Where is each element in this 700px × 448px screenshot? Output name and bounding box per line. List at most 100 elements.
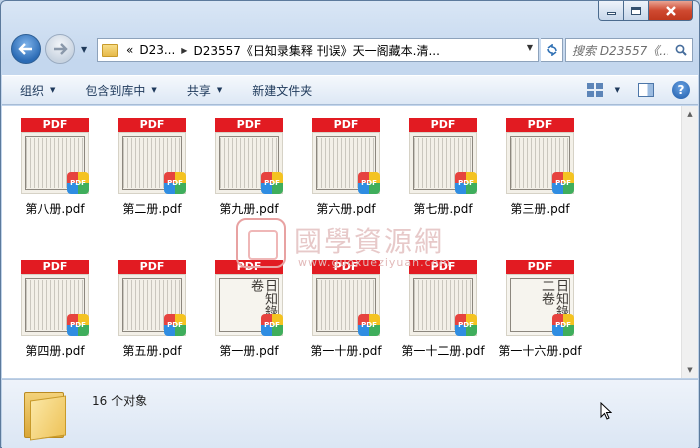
pdf-app-icon-label: PDF — [70, 321, 86, 329]
file-name[interactable]: 第一十册.pdf — [297, 342, 395, 359]
pdf-label: PDF — [215, 260, 283, 274]
new-folder-button[interactable]: 新建文件夹 — [252, 82, 312, 99]
share-label: 共享 — [186, 83, 211, 98]
refresh-button[interactable] — [541, 38, 563, 62]
forward-arrow-icon — [54, 43, 68, 55]
pdf-app-icon-label: PDF — [167, 321, 183, 329]
address-bar[interactable]: « D23... ▶ D23557《日知录集释 刊误》天一阁藏本.清... ▼ — [97, 38, 539, 62]
file-item[interactable]: PDF 日知錄誤二卷 PDF 第一十六册.pdf — [491, 252, 589, 376]
explorer-window: ▼ « D23... ▶ D23557《日知录集释 刊误》天一阁藏本.清... … — [0, 0, 700, 448]
crumb-current[interactable]: D23557《日知录集释 刊误》天一阁藏本.清... — [193, 42, 440, 59]
file-list-area[interactable]: PDF PDF 第八册.pdf PDF PDF 第二册.pdf PDF PDF 第九册.pdf P… — [2, 106, 698, 378]
minimize-button[interactable] — [598, 1, 624, 21]
file-name[interactable]: 第六册.pdf — [297, 200, 395, 217]
file-item[interactable]: PDF 日知錄十卷 PDF 第一册.pdf — [200, 252, 298, 376]
organize-label: 组织 — [20, 83, 45, 98]
chevron-right-icon[interactable]: ▶ — [181, 46, 187, 55]
forward-button[interactable] — [45, 34, 75, 64]
search-input[interactable]: 搜索 D23557《... — [572, 42, 668, 59]
preview-pane-icon[interactable] — [638, 83, 654, 97]
item-count: 16 个对象 — [92, 394, 148, 408]
pdf-app-icon: PDF — [261, 314, 283, 336]
file-item[interactable]: PDF PDF 第九册.pdf — [200, 110, 298, 234]
crumb-parent[interactable]: D23... — [139, 43, 175, 57]
pdf-app-icon-label: PDF — [458, 321, 474, 329]
include-library-label: 包含到库中 — [85, 83, 146, 98]
pdf-app-icon: PDF — [552, 172, 574, 194]
include-library-menu[interactable]: 包含到库中 ▼ — [85, 82, 156, 99]
pdf-app-icon: PDF — [552, 314, 574, 336]
file-name[interactable]: 第九册.pdf — [200, 200, 298, 217]
refresh-icon — [546, 44, 557, 56]
mouse-cursor-icon — [600, 402, 612, 420]
pdf-label: PDF — [312, 118, 380, 132]
folder-icon — [102, 43, 118, 57]
vertical-scrollbar[interactable]: ▲ ▼ — [681, 106, 698, 378]
help-button[interactable]: ? — [672, 81, 690, 99]
magnifier-icon[interactable] — [675, 44, 687, 56]
chevron-down-icon: ▼ — [50, 86, 56, 94]
maximize-icon — [631, 6, 641, 15]
minimize-icon — [606, 12, 616, 15]
pdf-label: PDF — [118, 118, 186, 132]
pdf-app-icon: PDF — [358, 172, 380, 194]
pdf-app-icon: PDF — [164, 172, 186, 194]
breadcrumb: « D23... ▶ D23557《日知录集释 刊误》天一阁藏本.清... — [122, 42, 440, 59]
folder-icon — [24, 388, 68, 441]
file-item[interactable]: PDF PDF 第四册.pdf — [6, 252, 104, 376]
pdf-app-icon-label: PDF — [458, 179, 474, 187]
file-item[interactable]: PDF PDF 第八册.pdf — [6, 110, 104, 234]
pdf-app-icon-label: PDF — [555, 321, 571, 329]
chevron-down-icon: ▼ — [614, 86, 620, 94]
file-name[interactable]: 第四册.pdf — [6, 342, 104, 359]
recent-pages-dropdown[interactable]: ▼ — [81, 45, 87, 54]
caption-buttons — [598, 1, 693, 21]
command-bar-right: ▼ ? — [586, 81, 690, 99]
pdf-app-icon-label: PDF — [264, 321, 280, 329]
search-box[interactable]: 搜索 D23557《... — [565, 38, 693, 62]
file-item[interactable]: PDF PDF 第六册.pdf — [297, 110, 395, 234]
close-button[interactable] — [649, 1, 693, 21]
pdf-label: PDF — [118, 260, 186, 274]
breadcrumb-overflow[interactable]: « — [126, 43, 133, 57]
pdf-label: PDF — [409, 118, 477, 132]
scroll-up-icon[interactable]: ▲ — [682, 106, 698, 122]
file-name[interactable]: 第八册.pdf — [6, 200, 104, 217]
address-dropdown-icon[interactable]: ▼ — [524, 43, 536, 52]
pdf-app-icon-label: PDF — [361, 321, 377, 329]
file-item[interactable]: PDF PDF 第一十二册.pdf — [394, 252, 492, 376]
file-item[interactable]: PDF PDF 第二册.pdf — [103, 110, 201, 234]
chevron-down-icon: ▼ — [151, 86, 157, 94]
file-name[interactable]: 第五册.pdf — [103, 342, 201, 359]
file-name[interactable]: 第七册.pdf — [394, 200, 492, 217]
pdf-label: PDF — [21, 118, 89, 132]
back-arrow-icon — [18, 43, 32, 55]
pdf-app-icon-label: PDF — [167, 179, 183, 187]
view-options-icon[interactable] — [586, 83, 603, 97]
file-item[interactable]: PDF PDF 第三册.pdf — [491, 110, 589, 234]
navigation-bar: ▼ « D23... ▶ D23557《日知录集释 刊误》天一阁藏本.清... … — [9, 33, 693, 67]
pdf-app-icon: PDF — [358, 314, 380, 336]
file-name[interactable]: 第三册.pdf — [491, 200, 589, 217]
details-pane: 16 个对象 — [2, 379, 698, 448]
file-item[interactable]: PDF PDF 第七册.pdf — [394, 110, 492, 234]
view-dropdown[interactable]: ▼ — [609, 86, 620, 94]
scroll-down-icon[interactable]: ▼ — [682, 362, 698, 378]
maximize-button[interactable] — [624, 1, 649, 21]
command-bar: 组织 ▼ 包含到库中 ▼ 共享 ▼ 新建文件夹 ▼ ? — [2, 75, 698, 105]
file-name[interactable]: 第二册.pdf — [103, 200, 201, 217]
pdf-label: PDF — [506, 260, 574, 274]
file-item[interactable]: PDF PDF 第一十册.pdf — [297, 252, 395, 376]
file-name[interactable]: 第一册.pdf — [200, 342, 298, 359]
chevron-down-icon: ▼ — [216, 86, 223, 94]
file-name[interactable]: 第一十二册.pdf — [394, 342, 492, 359]
pdf-app-icon: PDF — [164, 314, 186, 336]
file-name[interactable]: 第一十六册.pdf — [491, 342, 589, 359]
back-button[interactable] — [11, 34, 41, 64]
share-menu[interactable]: 共享 ▼ — [187, 82, 222, 99]
organize-menu[interactable]: 组织 ▼ — [20, 82, 55, 99]
pdf-app-icon: PDF — [455, 314, 477, 336]
pdf-app-icon: PDF — [455, 172, 477, 194]
file-item[interactable]: PDF PDF 第五册.pdf — [103, 252, 201, 376]
pdf-app-icon-label: PDF — [264, 179, 280, 187]
